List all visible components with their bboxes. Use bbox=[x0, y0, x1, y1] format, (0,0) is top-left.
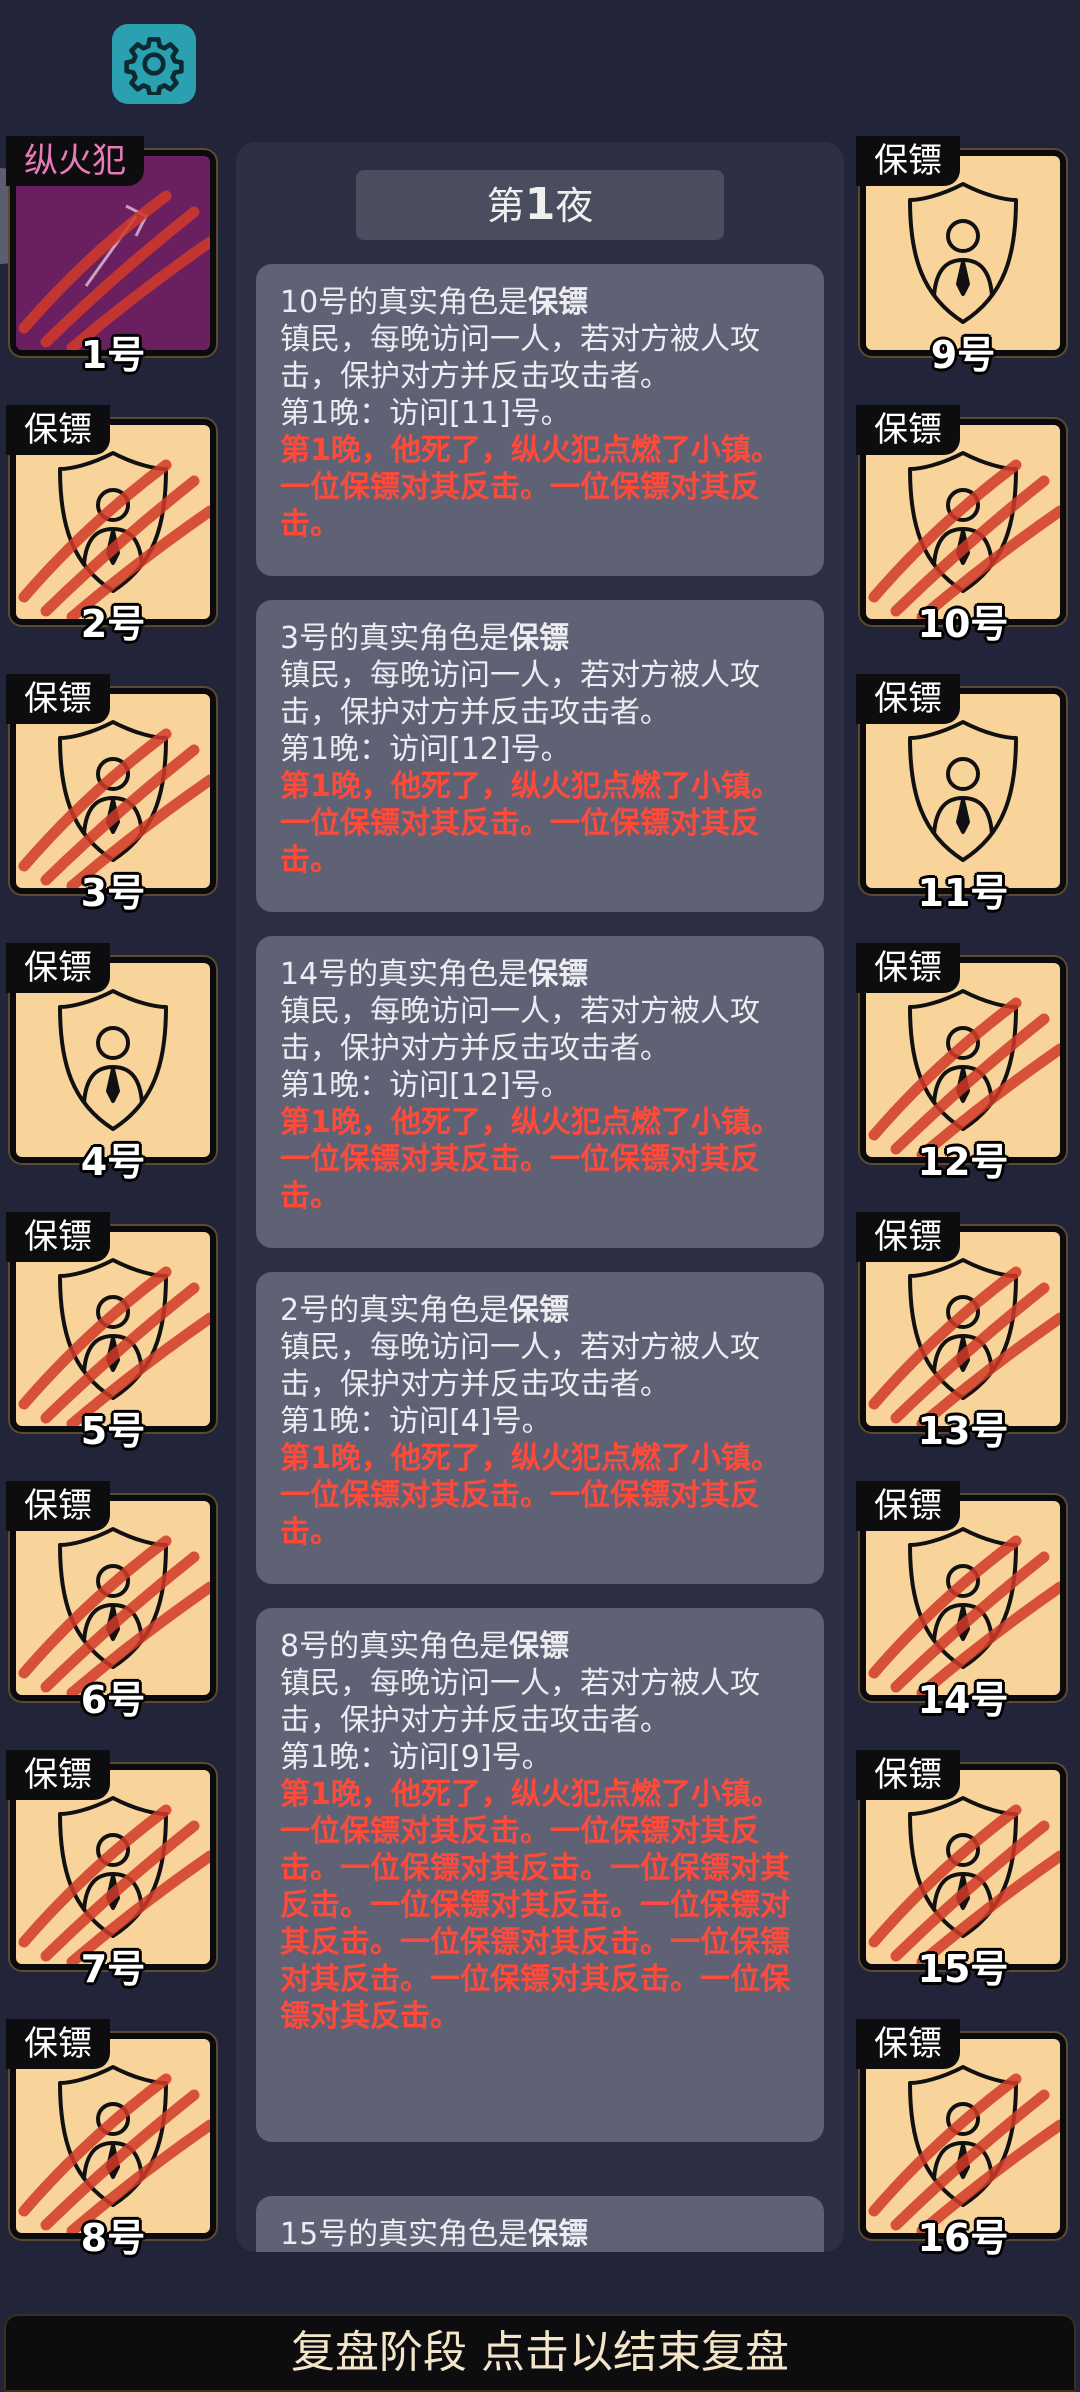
player-card[interactable]: 保镖 10号 bbox=[856, 405, 1066, 646]
player-card[interactable]: 保镖 5号 bbox=[6, 1212, 216, 1453]
player-number: 14号 bbox=[917, 1678, 1009, 1722]
role-label: 保镖 bbox=[856, 405, 960, 455]
role-label: 保镖 bbox=[6, 2019, 110, 2069]
player-number: 10号 bbox=[917, 602, 1009, 646]
role-label: 保镖 bbox=[856, 1212, 960, 1262]
role-label: 保镖 bbox=[856, 1750, 960, 1800]
player-card[interactable]: 纵火犯 1号 bbox=[6, 136, 216, 377]
log-entry: 14号的真实角色是保镖 镇民，每晚访问一人，若对方被人攻击，保护对方并反击攻击者… bbox=[256, 936, 824, 1248]
player-card[interactable]: 保镖 13号 bbox=[856, 1212, 1066, 1453]
role-label: 保镖 bbox=[856, 943, 960, 993]
player-number: 3号 bbox=[80, 871, 146, 915]
role-label: 保镖 bbox=[6, 1750, 110, 1800]
player-card[interactable]: 保镖 16号 bbox=[856, 2019, 1066, 2260]
role-label: 保镖 bbox=[856, 674, 960, 724]
player-number: 13号 bbox=[917, 1409, 1009, 1453]
gear-icon bbox=[124, 37, 184, 95]
player-number: 9号 bbox=[930, 333, 996, 377]
role-label: 保镖 bbox=[6, 674, 110, 724]
player-card[interactable]: 保镖 3号 bbox=[6, 674, 216, 915]
role-label: 保镖 bbox=[856, 1481, 960, 1531]
player-card[interactable]: 保镖 14号 bbox=[856, 1481, 1066, 1722]
role-label: 保镖 bbox=[6, 405, 110, 455]
player-card[interactable]: 保镖 4号 bbox=[6, 943, 216, 1184]
player-number: 6号 bbox=[80, 1678, 146, 1722]
settings-button[interactable] bbox=[112, 24, 196, 104]
player-number: 4号 bbox=[80, 1140, 146, 1184]
player-number: 16号 bbox=[917, 2216, 1009, 2260]
role-label: 保镖 bbox=[856, 136, 960, 186]
player-number: 15号 bbox=[917, 1947, 1009, 1991]
end-review-button[interactable]: 复盘阶段 点击以结束复盘 bbox=[4, 2314, 1076, 2392]
player-card[interactable]: 保镖 15号 bbox=[856, 1750, 1066, 1991]
player-card[interactable]: 保镖 7号 bbox=[6, 1750, 216, 1991]
player-number: 11号 bbox=[917, 871, 1009, 915]
player-card[interactable]: 保镖 8号 bbox=[6, 2019, 216, 2260]
player-number: 2号 bbox=[80, 602, 146, 646]
player-card[interactable]: 保镖 6号 bbox=[6, 1481, 216, 1722]
log-entry: 10号的真实角色是保镖 镇民，每晚访问一人，若对方被人攻击，保护对方并反击攻击者… bbox=[256, 264, 824, 576]
log-entry: 3号的真实角色是保镖 镇民，每晚访问一人，若对方被人攻击，保护对方并反击攻击者。… bbox=[256, 600, 824, 912]
player-card[interactable]: 保镖 12号 bbox=[856, 943, 1066, 1184]
player-number: 7号 bbox=[80, 1947, 146, 1991]
night-header: 第1夜 bbox=[356, 170, 724, 240]
player-card[interactable]: 保镖 2号 bbox=[6, 405, 216, 646]
player-number: 5号 bbox=[80, 1409, 146, 1453]
player-number: 1号 bbox=[80, 333, 146, 377]
player-number: 12号 bbox=[917, 1140, 1009, 1184]
review-log-panel[interactable]: 第1夜 10号的真实角色是保镖 镇民，每晚访问一人，若对方被人攻击，保护对方并反… bbox=[236, 142, 844, 2252]
player-card[interactable]: 保镖 9号 bbox=[856, 136, 1066, 377]
log-entry: 15号的真实角色是保镖 bbox=[256, 2196, 824, 2252]
role-label: 保镖 bbox=[6, 943, 110, 993]
log-entry: 2号的真实角色是保镖 镇民，每晚访问一人，若对方被人攻击，保护对方并反击攻击者。… bbox=[256, 1272, 824, 1584]
role-label: 保镖 bbox=[6, 1481, 110, 1531]
role-label: 纵火犯 bbox=[6, 136, 144, 186]
role-label: 保镖 bbox=[856, 2019, 960, 2069]
log-entry: 8号的真实角色是保镖 镇民，每晚访问一人，若对方被人攻击，保护对方并反击攻击者。… bbox=[256, 1608, 824, 2142]
player-number: 8号 bbox=[80, 2216, 146, 2260]
player-card[interactable]: 保镖 11号 bbox=[856, 674, 1066, 915]
role-label: 保镖 bbox=[6, 1212, 110, 1262]
